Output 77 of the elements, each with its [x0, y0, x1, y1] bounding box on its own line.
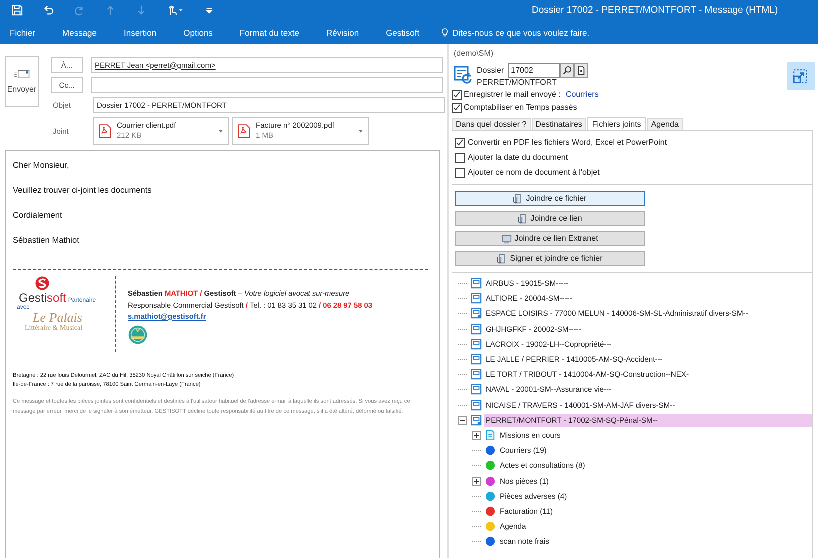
send-button[interactable]: Envoyer — [5, 56, 39, 107]
folder-link[interactable]: Courriers — [566, 90, 599, 99]
open-document-button[interactable] — [574, 63, 588, 78]
lightbulb-icon — [440, 28, 449, 38]
dossier-field[interactable]: 17002 — [508, 63, 560, 78]
menu-tab[interactable]: Révision — [326, 28, 360, 38]
folder-icon — [471, 400, 482, 411]
attach-button[interactable]: Joindre ce lien — [455, 211, 645, 226]
user-label: (demo\SM) — [453, 49, 495, 58]
window-title: Dossier 17002 - PERRET/MONTFORT - Message (HTML) — [532, 5, 778, 16]
award-badge-icon — [128, 324, 148, 344]
pdf-file-icon — [238, 124, 250, 138]
shared-folder-icon — [471, 308, 482, 320]
paperclip-document-icon — [513, 194, 524, 204]
search-button[interactable] — [560, 63, 574, 78]
folder-icon — [471, 293, 482, 304]
menu-tab[interactable]: Message — [62, 28, 98, 38]
expand-toggle[interactable] — [472, 430, 481, 440]
calendar-refresh-icon — [454, 65, 472, 85]
caret-icon[interactable] — [359, 130, 363, 132]
menu-tab[interactable]: Insertion — [124, 28, 157, 38]
folder-icon — [471, 278, 482, 290]
paperclip-document-icon — [497, 254, 508, 264]
body-text: Cordialement — [13, 210, 64, 221]
folder-icon — [471, 324, 482, 335]
partner-logo-text: Le Palais — [33, 311, 82, 324]
menu-tab[interactable]: Fichier — [10, 28, 36, 38]
attach-button[interactable]: Joindre ce lien Extranet — [455, 231, 645, 246]
document-icon — [485, 430, 496, 441]
checkbox-label: Enregistrer le mail envoyé : — [464, 90, 561, 99]
checkbox-label: Ajouter la date du document — [468, 153, 568, 162]
undo-icon[interactable] — [43, 5, 54, 16]
panel-tab[interactable]: Agenda — [647, 118, 683, 130]
body-text: Sébastien Mathiot — [13, 235, 80, 246]
tell-me-field[interactable]: Dites-nous ce que vous voulez faire. — [452, 28, 590, 38]
pdf-file-icon — [99, 124, 111, 138]
checkbox-label: Ajouter ce nom de document à l'objet — [468, 168, 600, 177]
cc-field[interactable] — [91, 77, 443, 93]
panel-tab[interactable]: Dans quel dossier ? — [452, 118, 531, 130]
folder-icon — [471, 369, 482, 380]
pop-out-icon — [792, 68, 809, 84]
checkbox-label: Convertir en PDF les fichiers Word, Excel et PowerPoint — [468, 138, 668, 147]
expand-toggle[interactable] — [472, 476, 481, 486]
monitor-icon — [502, 234, 512, 244]
folder-icon — [471, 384, 482, 396]
envelope-icon — [14, 70, 30, 78]
customize-icon[interactable] — [204, 5, 215, 16]
dossier-label: Dossier — [477, 66, 504, 75]
save-icon[interactable] — [12, 5, 23, 16]
attach-button[interactable]: Joindre ce fichier — [455, 191, 645, 206]
document-icon — [577, 66, 586, 75]
checkbox[interactable] — [455, 152, 465, 162]
menu-tab[interactable]: Options — [184, 28, 213, 38]
dossier-name: PERRET/MONTFORT — [477, 78, 558, 88]
menu-tab[interactable]: Format du texte — [240, 28, 300, 38]
body-text: Cher Monsieur, — [13, 160, 70, 171]
expand-toggle[interactable] — [458, 416, 467, 425]
folder-icon — [471, 338, 482, 350]
checkbox[interactable] — [455, 138, 465, 148]
caret-icon[interactable] — [219, 130, 223, 132]
paperclip-document-icon — [518, 214, 528, 224]
checkbox[interactable] — [452, 90, 462, 100]
panel-tab[interactable]: Destinataires — [532, 118, 586, 130]
shared-folder-icon — [471, 414, 482, 426]
checkbox-label: Comptabiliser en Temps passés — [464, 103, 578, 112]
checkbox[interactable] — [452, 102, 462, 112]
menu-tab[interactable]: Gestisoft — [386, 28, 420, 38]
folder-icon — [471, 354, 482, 366]
search-icon — [563, 66, 572, 75]
body-text: Veuillez trouver ci-joint les documents — [13, 185, 153, 196]
pop-out-button[interactable] — [787, 62, 815, 90]
attach-button[interactable]: Signer et joindre ce fichier — [455, 251, 645, 266]
company-logo-text: Gestisoft — [19, 291, 66, 305]
checkbox[interactable] — [455, 168, 465, 178]
panel-tab[interactable]: Fichiers joints — [587, 117, 646, 131]
logo-icon — [35, 276, 50, 291]
touch-mode-icon[interactable] — [167, 5, 184, 16]
